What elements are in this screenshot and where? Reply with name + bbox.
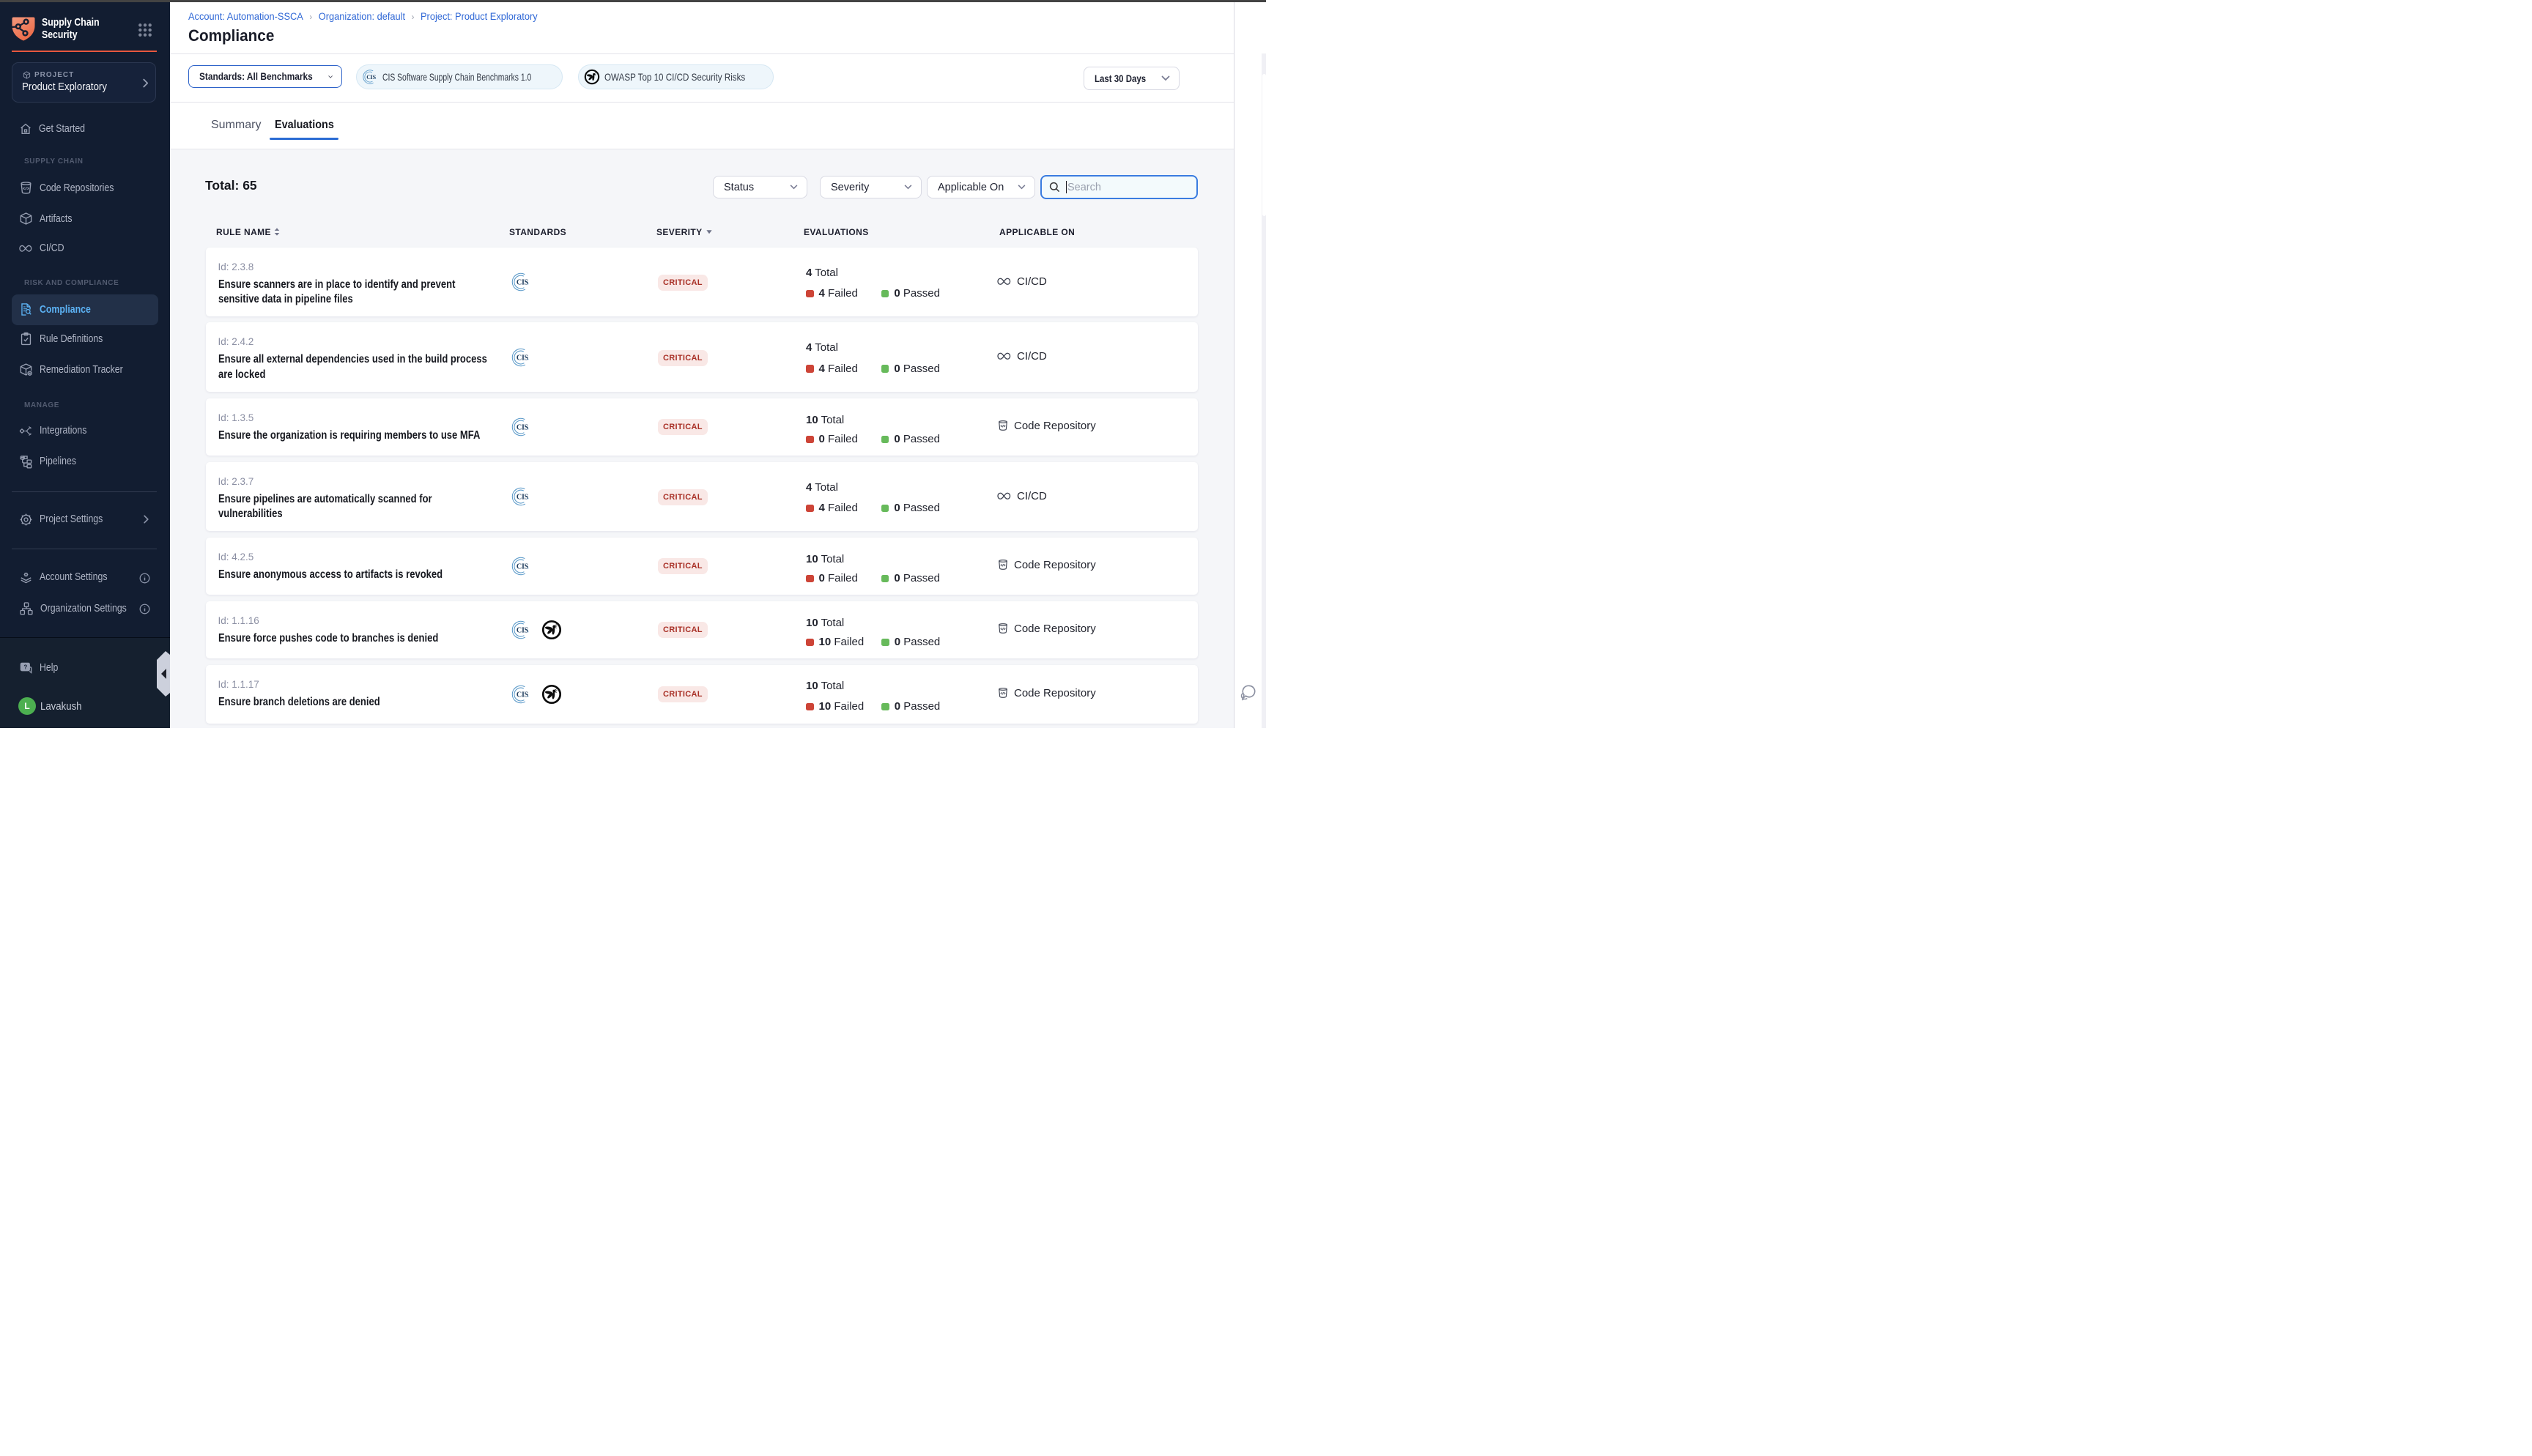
svg-text:?: ?	[23, 664, 27, 670]
